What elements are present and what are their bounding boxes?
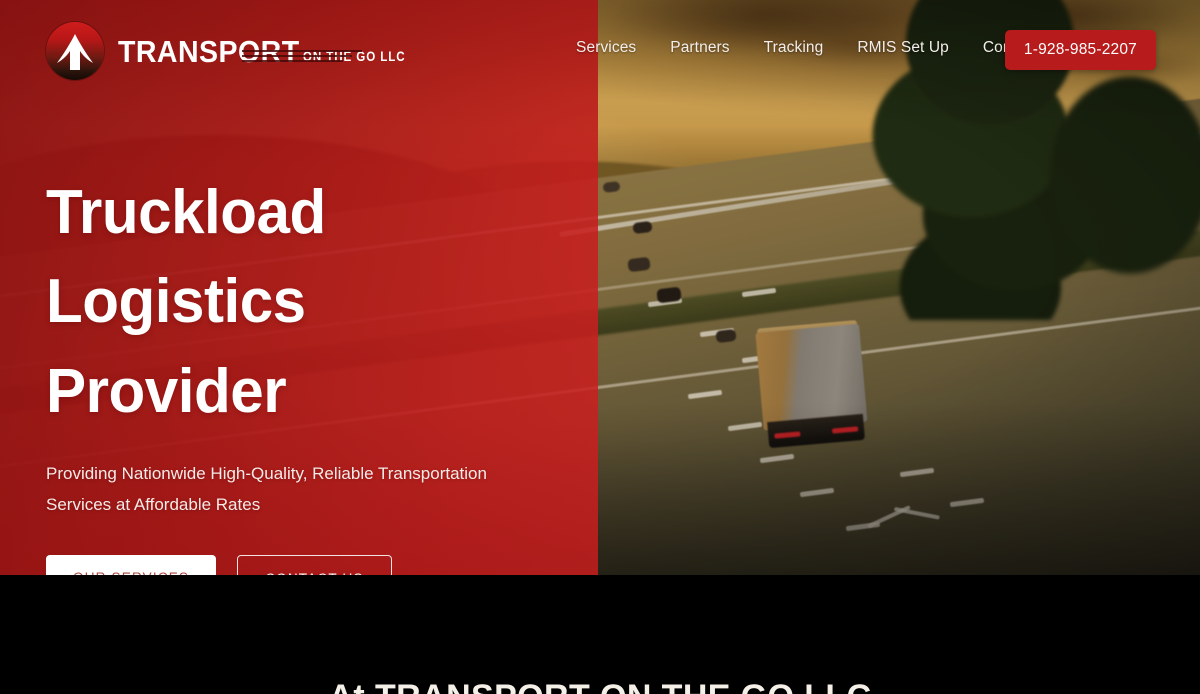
phone-button[interactable]: 1-928-985-2207: [1004, 30, 1156, 70]
contact-us-button[interactable]: CONTACT US: [237, 554, 392, 575]
hero-title-line-2: Logistics Provider: [46, 267, 306, 426]
hero-subtitle: Providing Nationwide High-Quality, Relia…: [46, 463, 487, 515]
nav-item-rmis-set-up[interactable]: RMIS Set Up: [840, 39, 966, 57]
about-heading-text: TRANSPORT ON THE GO LLC: [375, 678, 872, 694]
arrow-road-badge-icon: [57, 34, 93, 71]
site-logo[interactable]: TRANSPORT ON THE GO LLC: [46, 22, 443, 80]
nav-item-services[interactable]: Services: [559, 39, 653, 57]
nav-item-partners[interactable]: Partners: [653, 39, 746, 57]
page-root: TRANSPORT ON THE GO LLC Services Partner…: [0, 0, 1200, 694]
nav-item-tracking[interactable]: Tracking: [747, 39, 841, 57]
hero-button-group: OUR SERVICES CONTACT US: [46, 554, 566, 575]
hero-section: TRANSPORT ON THE GO LLC Services Partner…: [0, 0, 1200, 575]
about-heading-prefix: At: [328, 678, 375, 694]
about-section: At TRANSPORT ON THE GO LLC: [0, 575, 1200, 694]
our-services-button[interactable]: OUR SERVICES: [46, 554, 217, 575]
site-header: TRANSPORT ON THE GO LLC Services Partner…: [0, 0, 1200, 95]
logo-badge: [46, 22, 104, 80]
logo-accent-lines: [242, 50, 362, 65]
main-navigation: Services Partners Tracking RMIS Set Up C…: [559, 0, 1054, 95]
about-section-heading: At TRANSPORT ON THE GO LLC: [0, 678, 1200, 694]
hero-title: Truckload Logistics Provider: [46, 168, 566, 436]
hero-title-line-1: Truckload: [46, 178, 326, 247]
hero-content: Truckload Logistics Provider Providing N…: [46, 168, 566, 575]
